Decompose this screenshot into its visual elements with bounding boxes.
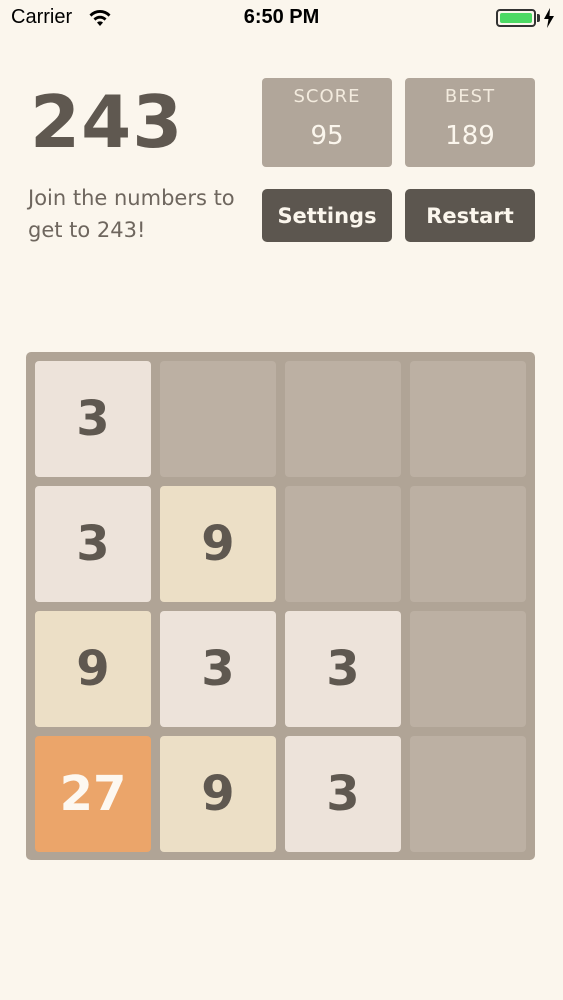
tile: 9 (160, 736, 276, 852)
score-value: 95 (310, 121, 344, 151)
empty-cell (410, 736, 526, 852)
game-board[interactable]: 3 3 9 9 3 3 27 9 3 (26, 352, 535, 860)
tile: 3 (35, 486, 151, 602)
best-label: BEST (444, 86, 496, 107)
empty-cell (410, 361, 526, 477)
empty-cell (410, 611, 526, 727)
score-box: SCORE 95 (262, 78, 392, 167)
tile: 9 (160, 486, 276, 602)
tile: 3 (285, 736, 401, 852)
tile: 9 (35, 611, 151, 727)
charging-bolt-icon (544, 8, 554, 28)
tile: 3 (285, 611, 401, 727)
empty-cell (410, 486, 526, 602)
battery-level (500, 13, 532, 23)
best-score-box: BEST 189 (405, 78, 535, 167)
empty-cell (160, 361, 276, 477)
score-label: SCORE (293, 86, 361, 107)
tile: 3 (160, 611, 276, 727)
tile: 3 (35, 361, 151, 477)
settings-button[interactable]: Settings (262, 189, 392, 242)
game-title: 243 (30, 80, 184, 164)
restart-button[interactable]: Restart (405, 189, 535, 242)
game-subtitle: Join the numbers to get to 243! (28, 186, 235, 242)
clock-time: 6:50 PM (243, 6, 320, 28)
battery-icon (496, 9, 536, 27)
tile: 27 (35, 736, 151, 852)
empty-cell (285, 361, 401, 477)
status-bar: Carrier 6:50 PM (0, 0, 563, 38)
best-value: 189 (445, 121, 495, 151)
battery-tip (537, 14, 540, 22)
empty-cell (285, 486, 401, 602)
